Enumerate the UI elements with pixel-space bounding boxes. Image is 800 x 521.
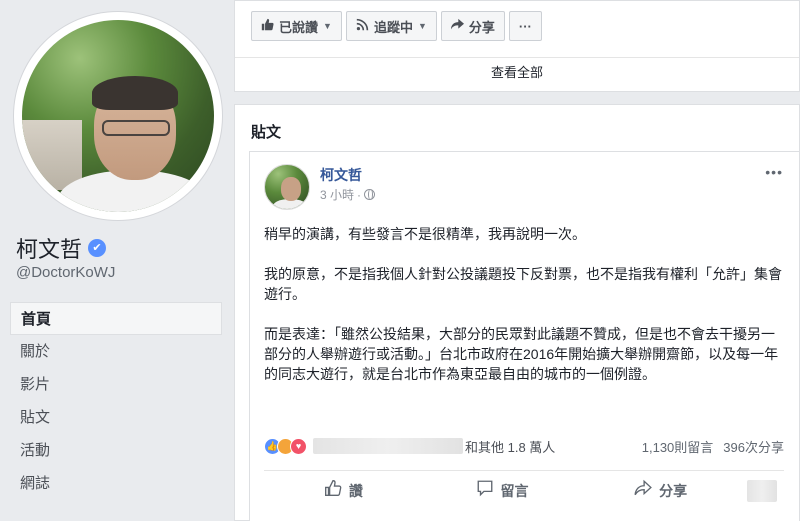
- engagement-stats: 1,130則留言 396次分享: [642, 437, 784, 456]
- nav-item-videos[interactable]: 影片: [10, 368, 222, 401]
- thumbs-up-icon: [324, 479, 342, 502]
- posts-section-title: 貼文: [251, 124, 282, 141]
- profile-name-row: 柯文哲 ✔: [16, 232, 107, 264]
- following-button[interactable]: 追蹤中 ▼: [345, 11, 437, 41]
- post-author-name[interactable]: 柯文哲: [320, 165, 362, 185]
- post-timestamp[interactable]: 3 小時: [320, 186, 354, 203]
- reactions-count[interactable]: 和其他 1.8 萬人: [465, 437, 555, 456]
- share-page-button[interactable]: 分享: [440, 11, 505, 41]
- page-action-buttons: 已說讚 ▼ 追蹤中 ▼ 分享 ···: [251, 11, 542, 41]
- share-button-label: 分享: [659, 482, 688, 499]
- profile-name[interactable]: 柯文哲: [16, 232, 82, 264]
- post-meta: 3 小時 ·: [320, 186, 376, 203]
- globe-icon: [364, 189, 376, 200]
- post-paragraph: 稍早的演講，有些發言不是很精準，我再說明一次。: [264, 226, 586, 242]
- nav-item-home[interactable]: 首頁: [10, 302, 222, 335]
- love-reaction-icon[interactable]: ♥: [290, 437, 307, 455]
- posts-section: 貼文 柯文哲 3 小時 · ••• 稍早的演講，有些發言不是很精準，我再說明一次…: [234, 104, 800, 521]
- comment-button[interactable]: 留言: [423, 479, 582, 502]
- more-options-button[interactable]: ···: [508, 11, 542, 41]
- profile-picture[interactable]: [22, 20, 214, 212]
- reactions-bar: 👍 ♥ 和其他 1.8 萬人 1,130則留言 396次分享: [264, 436, 784, 456]
- share-arrow-icon: [634, 479, 653, 502]
- comment-button-label: 留言: [500, 482, 529, 499]
- post-options-button[interactable]: •••: [765, 164, 783, 180]
- see-all-link[interactable]: 查看全部: [235, 62, 799, 81]
- like-button-label: 讚: [348, 482, 363, 499]
- nav-item-about[interactable]: 關於: [10, 335, 222, 368]
- thumbs-up-icon: [261, 18, 274, 34]
- chevron-down-icon: ▼: [417, 21, 427, 31]
- comment-icon: [476, 479, 494, 502]
- post-paragraph: 我的原意，不是指我個人針對公投議題投下反對票，也不是指我有權利「允許」集會遊行。: [264, 266, 782, 302]
- share-arrow-icon: [450, 18, 464, 34]
- verified-badge-icon: ✔: [88, 239, 107, 257]
- following-button-label: 追蹤中: [373, 19, 413, 35]
- shares-count[interactable]: 396次分享: [723, 437, 784, 456]
- like-button[interactable]: 讚: [264, 479, 423, 502]
- page-actions-card: 已說讚 ▼ 追蹤中 ▼ 分享 ··· 查看全部: [234, 0, 800, 92]
- rss-icon: [356, 18, 369, 34]
- post-body: 稍早的演講，有些發言不是很精準，我再說明一次。 我的原意，不是指我個人針對公投議…: [264, 224, 784, 404]
- blurred-avatar: [747, 479, 778, 502]
- chevron-down-icon: ▼: [323, 21, 332, 31]
- page-nav: 首頁 關於 影片 貼文 活動 網誌: [10, 302, 222, 500]
- share-button[interactable]: 分享: [581, 479, 740, 502]
- liked-button-label: 已說讚: [279, 19, 319, 35]
- post-author-avatar[interactable]: [264, 164, 310, 210]
- profile-handle[interactable]: @DoctorKoWJ: [16, 264, 115, 281]
- nav-item-events[interactable]: 活動: [10, 434, 222, 467]
- profile-sidebar: 柯文哲 ✔ @DoctorKoWJ 首頁 關於 影片 貼文 活動 網誌: [0, 0, 228, 521]
- post-paragraph: 而是表達：「雖然公投結果，大部分的民眾對此議題不贊成，但是也不會去干擾另一部分的…: [264, 326, 779, 382]
- post-card: 柯文哲 3 小時 · ••• 稍早的演講，有些發言不是很精準，我再說明一次。 我…: [249, 151, 799, 521]
- post-action-bar: 讚 留言 分享: [264, 470, 784, 510]
- nav-item-posts[interactable]: 貼文: [10, 401, 222, 434]
- share-page-button-label: 分享: [468, 19, 495, 35]
- separator-dot: ·: [357, 187, 362, 202]
- more-options-icon: ···: [518, 18, 532, 34]
- divider: [235, 57, 799, 58]
- blurred-actor-selector[interactable]: [740, 479, 784, 502]
- liked-button[interactable]: 已說讚 ▼: [251, 11, 342, 41]
- nav-item-notes[interactable]: 網誌: [10, 467, 222, 500]
- comments-count[interactable]: 1,130則留言: [642, 437, 714, 456]
- blurred-names: [313, 438, 463, 454]
